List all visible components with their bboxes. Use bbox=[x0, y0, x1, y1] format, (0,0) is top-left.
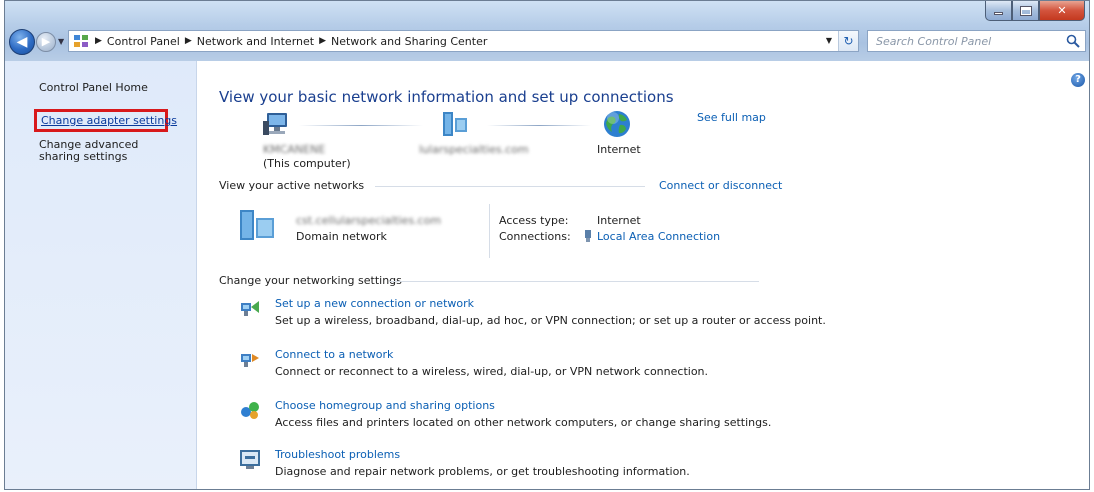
forward-arrow-icon: ▶ bbox=[41, 35, 51, 48]
refresh-button[interactable]: ↻ bbox=[838, 31, 858, 51]
control-panel-window: ✕ ◀ ▶ ▼ ▶ Control Panel ▶ Network and In… bbox=[4, 0, 1090, 490]
ethernet-icon bbox=[583, 229, 593, 246]
maximize-button[interactable] bbox=[1012, 1, 1039, 21]
page-title: View your basic network information and … bbox=[219, 88, 674, 106]
help-icon[interactable]: ? bbox=[1071, 73, 1085, 87]
network-icon bbox=[439, 110, 471, 141]
control-panel-icon bbox=[72, 33, 90, 49]
active-networks-heading: View your active networks bbox=[219, 179, 365, 192]
connect-to-network-link[interactable]: Connect to a network bbox=[275, 348, 393, 361]
access-type-label: Access type: bbox=[499, 214, 569, 227]
task-description: Set up a wireless, broadband, dial-up, a… bbox=[275, 314, 826, 327]
change-adapter-settings-link[interactable]: Change adapter settings bbox=[41, 114, 177, 127]
left-task-pane: Control Panel Home Change adapter settin… bbox=[5, 61, 197, 489]
back-arrow-icon: ◀ bbox=[16, 34, 28, 50]
access-type-value: Internet bbox=[597, 214, 641, 227]
troubleshoot-problems-link[interactable]: Troubleshoot problems bbox=[275, 448, 400, 461]
new-connection-icon bbox=[241, 301, 259, 316]
section-divider bbox=[375, 186, 645, 187]
active-network-type: Domain network bbox=[296, 230, 387, 243]
breadcrumb-separator[interactable]: ▶ bbox=[185, 36, 192, 46]
vertical-divider bbox=[489, 204, 490, 258]
forward-button[interactable]: ▶ bbox=[36, 32, 56, 52]
domain-name: lularspecialties.com bbox=[419, 143, 529, 156]
this-computer-label: (This computer) bbox=[263, 157, 351, 170]
homegroup-sharing-link[interactable]: Choose homegroup and sharing options bbox=[275, 399, 495, 412]
search-icon[interactable] bbox=[1066, 34, 1080, 48]
refresh-icon: ↻ bbox=[843, 34, 854, 48]
address-bar[interactable]: ▶ Control Panel ▶ Network and Internet ▶… bbox=[68, 30, 859, 52]
computer-name: KMCANENE bbox=[263, 143, 326, 156]
close-icon: ✕ bbox=[1057, 4, 1067, 17]
local-area-connection-link[interactable]: Local Area Connection bbox=[597, 230, 720, 243]
homegroup-icon bbox=[241, 402, 259, 419]
internet-label: Internet bbox=[597, 143, 641, 156]
close-button[interactable]: ✕ bbox=[1039, 1, 1085, 21]
caption-buttons: ✕ bbox=[985, 1, 1085, 21]
networking-settings-heading: Change your networking settings bbox=[219, 274, 402, 287]
active-network-name: cst.cellularspecialties.com bbox=[296, 214, 442, 227]
troubleshoot-icon bbox=[240, 450, 260, 469]
see-full-map-link[interactable]: See full map bbox=[697, 111, 766, 124]
connection-line bbox=[299, 125, 423, 126]
minimize-icon bbox=[994, 12, 1003, 15]
computer-icon bbox=[263, 111, 291, 140]
connections-label: Connections: bbox=[499, 230, 571, 243]
breadcrumb-network-and-internet[interactable]: Network and Internet bbox=[197, 35, 314, 48]
navigation-bar: ◀ ▶ ▼ ▶ Control Panel ▶ Network and Inte… bbox=[5, 28, 1089, 56]
connection-line bbox=[487, 125, 591, 126]
back-button[interactable]: ◀ bbox=[9, 29, 35, 55]
change-advanced-sharing-settings-link[interactable]: Change advanced sharing settings bbox=[39, 139, 179, 163]
title-bar: ✕ ◀ ▶ ▼ ▶ Control Panel ▶ Network and In… bbox=[5, 1, 1089, 61]
section-divider bbox=[389, 281, 759, 282]
address-history-dropdown[interactable]: ▼ bbox=[822, 31, 836, 51]
maximize-icon bbox=[1019, 5, 1032, 16]
breadcrumb-separator[interactable]: ▶ bbox=[95, 36, 102, 46]
setup-new-connection-link[interactable]: Set up a new connection or network bbox=[275, 297, 474, 310]
domain-network-icon bbox=[238, 208, 278, 242]
globe-icon bbox=[602, 109, 632, 142]
search-input[interactable]: Search Control Panel bbox=[867, 30, 1086, 52]
connect-or-disconnect-link[interactable]: Connect or disconnect bbox=[659, 179, 782, 192]
breadcrumb-control-panel[interactable]: Control Panel bbox=[107, 35, 180, 48]
task-description: Diagnose and repair network problems, or… bbox=[275, 465, 690, 478]
recent-pages-dropdown[interactable]: ▼ bbox=[58, 37, 64, 46]
minimize-button[interactable] bbox=[985, 1, 1012, 21]
breadcrumb-network-sharing-center[interactable]: Network and Sharing Center bbox=[331, 35, 487, 48]
task-description: Access files and printers located on oth… bbox=[275, 416, 772, 429]
breadcrumb-separator[interactable]: ▶ bbox=[319, 36, 326, 46]
connect-network-icon bbox=[241, 354, 259, 367]
task-description: Connect or reconnect to a wireless, wire… bbox=[275, 365, 709, 378]
control-panel-home-link[interactable]: Control Panel Home bbox=[39, 81, 148, 94]
search-placeholder: Search Control Panel bbox=[876, 35, 992, 48]
